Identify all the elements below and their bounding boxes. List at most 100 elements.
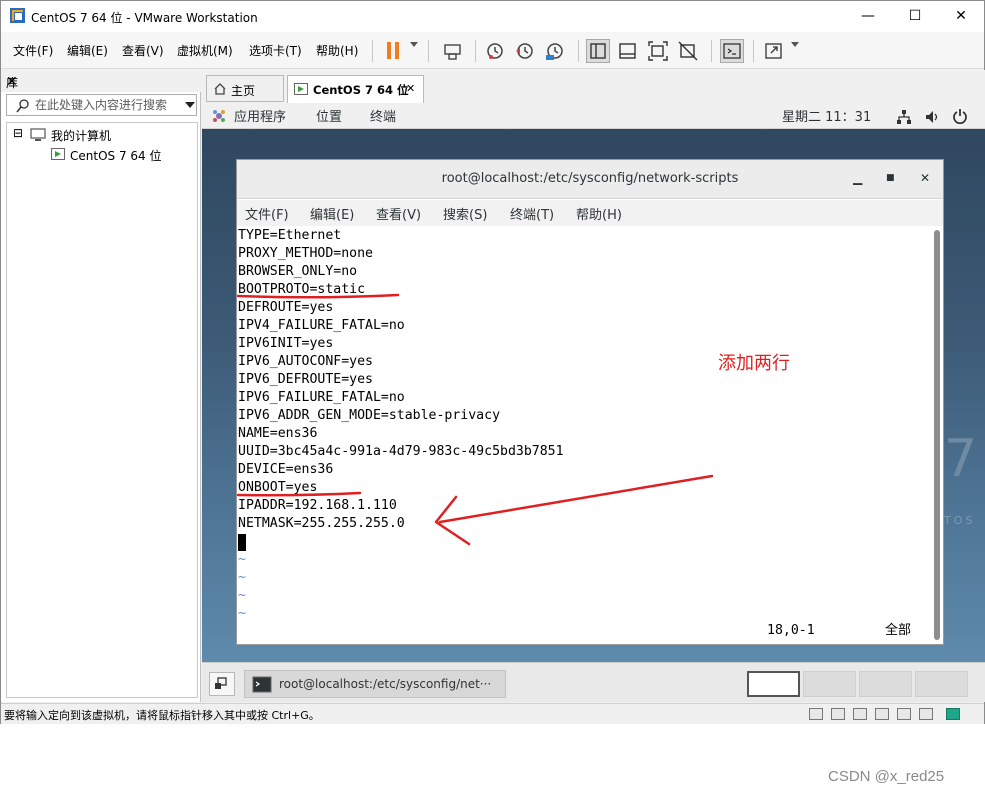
- tab-home-label: 主页: [231, 84, 256, 98]
- workspace-2[interactable]: [803, 671, 856, 697]
- snapshot-icon[interactable]: [483, 39, 507, 63]
- network-adapter-icon[interactable]: [853, 708, 867, 720]
- vm-icon: [51, 148, 65, 160]
- menu-tabs[interactable]: 选项卡(T): [249, 42, 302, 59]
- revert-snapshot-icon[interactable]: [513, 39, 537, 63]
- sound-card-icon[interactable]: [919, 708, 933, 720]
- config-line: UUID=3bc45a4c-991a-4d79-983c-49c5bd3b785…: [238, 444, 564, 459]
- minimize-button[interactable]: —: [845, 5, 891, 27]
- terminal-scrollbar[interactable]: [934, 230, 940, 640]
- terminal-content[interactable]: TYPE=Ethernet PROXY_METHOD=none BROWSER_…: [237, 226, 932, 644]
- taskbar-terminal-label: root@localhost:/etc/sysconfig/net···: [279, 677, 492, 691]
- window-title: CentOS 7 64 位 - VMware Workstation: [31, 11, 258, 25]
- network-icon[interactable]: [896, 109, 912, 125]
- terminal-menu-search[interactable]: 搜索(S): [443, 204, 487, 223]
- tree-item-my-computer[interactable]: 我的计算机: [51, 127, 111, 144]
- toolbar-separator: [711, 40, 712, 62]
- status-bar: 要将输入定向到该虚拟机，请将鼠标指针移入其中或按 Ctrl+G。: [1, 703, 984, 724]
- chevron-down-icon[interactable]: [791, 42, 799, 47]
- cd-drive-icon[interactable]: [831, 708, 845, 720]
- toolbar-separator: [428, 40, 429, 62]
- gnome-applications-menu[interactable]: 应用程序: [234, 106, 286, 125]
- volume-icon[interactable]: [924, 109, 940, 125]
- search-icon: [16, 99, 29, 113]
- usb-icon[interactable]: [897, 708, 911, 720]
- config-line-ipaddr: IPADDR=192.168.1.110: [238, 498, 397, 513]
- gnome-terminal-menu[interactable]: 终端: [370, 106, 396, 125]
- tab-close-icon[interactable]: ✕: [406, 82, 415, 95]
- menu-vm[interactable]: 虚拟机(M): [177, 42, 233, 59]
- terminal-menu-edit[interactable]: 编辑(E): [310, 204, 354, 223]
- home-icon: [214, 83, 226, 95]
- search-input[interactable]: [35, 97, 175, 113]
- annotation-text: 添加两行: [718, 353, 790, 374]
- single-window-icon[interactable]: [616, 39, 640, 63]
- config-line: DEFROUTE=yes: [238, 300, 334, 315]
- vim-cursor-position: 18,0-1: [767, 623, 815, 638]
- terminal-minimize-button[interactable]: ▁: [853, 171, 862, 185]
- config-line: IPV6_ADDR_GEN_MODE=stable-privacy: [238, 408, 501, 423]
- gnome-clock[interactable]: 星期二 11：31: [782, 106, 871, 125]
- network-adapter-2-icon[interactable]: [875, 708, 889, 720]
- config-line: IPV6INIT=yes: [238, 336, 334, 351]
- stretch-icon[interactable]: [762, 39, 786, 63]
- library-search[interactable]: [6, 94, 197, 116]
- terminal-window[interactable]: root@localhost:/etc/sysconfig/network-sc…: [236, 159, 944, 645]
- power-icon[interactable]: [952, 108, 968, 124]
- maximize-button[interactable]: ☐: [892, 5, 938, 27]
- config-line: IPV6_DEFROUTE=yes: [238, 372, 373, 387]
- vim-empty-line: ~: [238, 570, 246, 585]
- text-cursor: [238, 534, 246, 551]
- gnome-logo-icon: [213, 110, 225, 122]
- config-line: BROWSER_ONLY=no: [238, 264, 358, 279]
- close-button[interactable]: ✕: [938, 5, 984, 27]
- display-icon[interactable]: [946, 708, 960, 720]
- guest-desktop[interactable]: 7 TOS root@localhost:/etc/sysconfig/netw…: [202, 129, 985, 662]
- menu-help[interactable]: 帮助(H): [316, 42, 358, 59]
- normal-view-icon[interactable]: [586, 39, 610, 63]
- centos-watermark-text: TOS: [944, 514, 976, 527]
- guest-taskbar: root@localhost:/etc/sysconfig/net···: [202, 662, 985, 702]
- toolbar-separator: [753, 40, 754, 62]
- workspace-3[interactable]: [859, 671, 912, 697]
- workspace-4[interactable]: [915, 671, 968, 697]
- fullscreen-icon[interactable]: [646, 39, 670, 63]
- menu-file[interactable]: 文件(F): [13, 42, 53, 59]
- config-line: IPV6_FAILURE_FATAL=no: [238, 390, 405, 405]
- taskbar-terminal-item[interactable]: root@localhost:/etc/sysconfig/net···: [244, 670, 506, 698]
- snapshot-manager-icon[interactable]: [543, 39, 567, 63]
- pause-icon[interactable]: [382, 39, 406, 63]
- terminal-title-bar: root@localhost:/etc/sysconfig/network-sc…: [237, 160, 943, 199]
- workspace-1[interactable]: [747, 671, 800, 697]
- send-ctrl-alt-del-icon[interactable]: [441, 39, 465, 63]
- chevron-down-icon[interactable]: [185, 102, 195, 108]
- vmware-app-icon: [10, 8, 25, 23]
- toolbar-separator: [578, 40, 579, 62]
- credit-watermark: CSDN @x_red25: [828, 768, 945, 785]
- tab-home[interactable]: 主页: [206, 75, 284, 102]
- terminal-menu-view[interactable]: 查看(V): [376, 204, 421, 223]
- centos-watermark-digit: 7: [944, 429, 978, 489]
- library-close-button[interactable]: ✕: [6, 74, 193, 90]
- title-bar: CentOS 7 64 位 - VMware Workstation — ☐ ✕: [1, 1, 984, 32]
- unity-icon[interactable]: [676, 39, 700, 63]
- menu-edit[interactable]: 编辑(E): [67, 42, 108, 59]
- tab-centos[interactable]: CentOS 7 64 位 ✕: [287, 75, 424, 103]
- terminal-menu-terminal[interactable]: 终端(T): [510, 204, 554, 223]
- terminal-menu-help[interactable]: 帮助(H): [576, 204, 622, 223]
- terminal-maximize-button[interactable]: ■: [886, 173, 895, 183]
- chevron-down-icon[interactable]: [410, 42, 418, 47]
- terminal-menu-file[interactable]: 文件(F): [245, 204, 289, 223]
- vim-scroll-status: 全部: [885, 623, 912, 638]
- console-icon[interactable]: [720, 39, 744, 63]
- menu-view[interactable]: 查看(V): [122, 42, 164, 59]
- vm-area: 主页 CentOS 7 64 位 ✕ 应用程序 位置 终端 星期二 11：31 …: [202, 70, 985, 702]
- show-desktop-button[interactable]: [209, 672, 235, 696]
- config-line: DEVICE=ens36: [238, 462, 334, 477]
- hard-disk-icon[interactable]: [809, 708, 823, 720]
- tree-expander-icon[interactable]: ⊟: [13, 126, 23, 140]
- tree-item-centos[interactable]: CentOS 7 64 位: [70, 147, 161, 164]
- gnome-places-menu[interactable]: 位置: [316, 106, 342, 125]
- terminal-close-button[interactable]: ✕: [920, 171, 930, 185]
- show-desktop-icon: [215, 677, 227, 689]
